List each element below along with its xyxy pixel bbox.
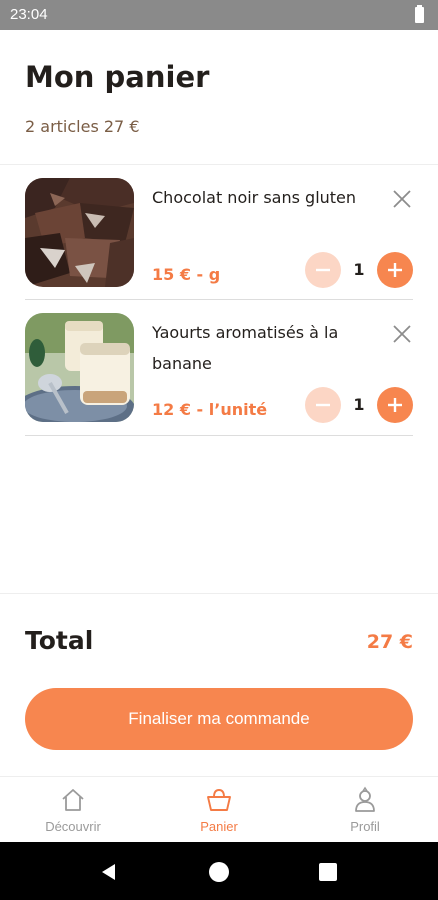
bottom-nav: Découvrir Panier Profil (0, 776, 438, 842)
minus-icon (316, 403, 330, 407)
cart-summary: 2 articles 27 € (25, 117, 140, 136)
chocolate-image (25, 178, 134, 287)
status-bar: 23:04 (0, 0, 438, 30)
divider (25, 299, 413, 300)
yogurt-image (25, 313, 134, 422)
divider (0, 593, 438, 594)
decrease-quantity-button[interactable] (305, 252, 341, 288)
battery-icon (415, 5, 424, 23)
nav-item-cart[interactable]: Panier (146, 777, 292, 843)
status-time: 23:04 (10, 6, 48, 23)
remove-item-button[interactable] (391, 188, 413, 210)
plus-icon (388, 398, 402, 412)
home-button[interactable] (209, 862, 229, 882)
increase-quantity-button[interactable] (377, 252, 413, 288)
nav-label: Découvrir (45, 819, 101, 834)
decrease-quantity-button[interactable] (305, 387, 341, 423)
close-icon (393, 325, 411, 343)
home-icon (62, 789, 84, 811)
recent-apps-button[interactable] (319, 863, 337, 881)
minus-icon (316, 268, 330, 272)
back-icon[interactable] (99, 862, 119, 882)
total-value: 27 € (366, 631, 413, 653)
divider (25, 435, 413, 436)
quantity-stepper: 1 (305, 252, 413, 288)
nav-item-profile[interactable]: Profil (292, 777, 438, 843)
product-image[interactable] (25, 313, 134, 422)
quantity-value: 1 (353, 260, 365, 279)
item-price: 12 € - l’unité (152, 400, 268, 419)
nav-item-discover[interactable]: Découvrir (0, 777, 146, 843)
remove-item-button[interactable] (391, 323, 413, 345)
cart-item: Yaourts aromatisés à la banane 12 € - l’… (25, 313, 413, 437)
plus-icon (388, 263, 402, 277)
cart-item: Chocolat noir sans gluten 15 € - g 1 (25, 178, 413, 302)
basket-icon (207, 789, 231, 811)
system-nav-bar (0, 842, 438, 900)
increase-quantity-button[interactable] (377, 387, 413, 423)
nav-label: Panier (200, 819, 238, 834)
divider (0, 164, 438, 165)
quantity-stepper: 1 (305, 387, 413, 423)
total-label: Total (25, 626, 94, 655)
quantity-value: 1 (353, 395, 365, 414)
product-image[interactable] (25, 178, 134, 287)
close-icon (393, 190, 411, 208)
page-title: Mon panier (25, 60, 210, 94)
profile-icon (355, 786, 375, 812)
item-name: Chocolat noir sans gluten (152, 188, 357, 207)
item-name: Yaourts aromatisés à la banane (152, 323, 339, 373)
checkout-button[interactable]: Finaliser ma commande (25, 688, 413, 750)
item-price: 15 € - g (152, 265, 221, 284)
nav-label: Profil (350, 819, 380, 834)
